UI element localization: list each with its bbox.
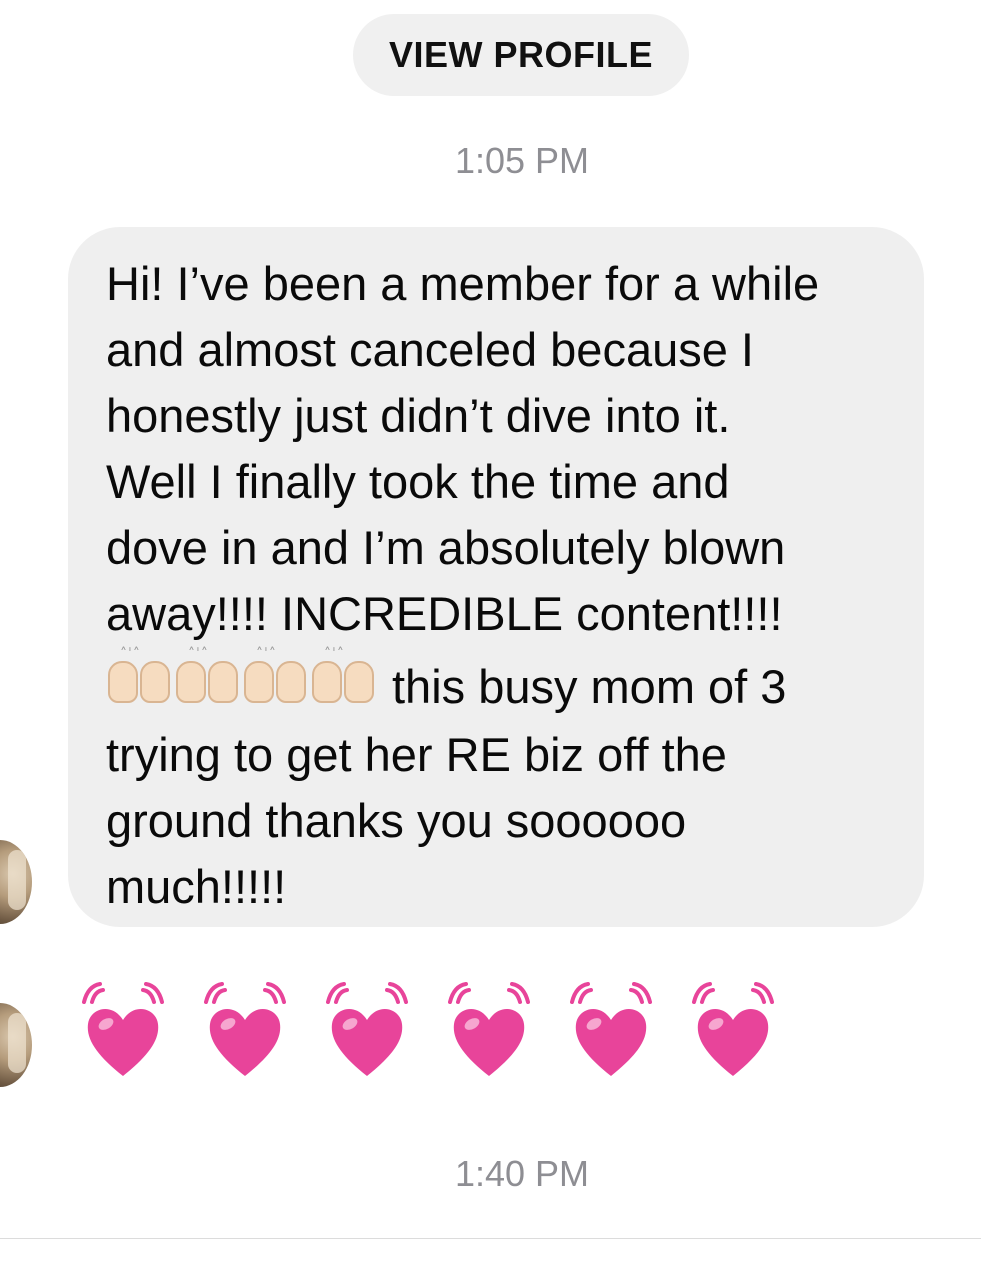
message-line: trying to get her RE biz off the [106, 728, 727, 781]
raising-hands-icon: ˄ˈ˄ [242, 647, 310, 705]
heart-emoji-message[interactable] [78, 980, 778, 1080]
message-line: away!!!! INCREDIBLE content!!!! [106, 587, 783, 640]
view-profile-button[interactable]: VIEW PROFILE [353, 14, 689, 96]
message-line: and almost canceled because I [106, 323, 754, 376]
beating-heart-icon [326, 982, 408, 1076]
beating-heart-icon [82, 982, 164, 1076]
beating-heart-icon [570, 982, 652, 1076]
raising-hands-icon: ˄ˈ˄ [174, 647, 242, 705]
raising-hands-emoji-group: ˄ˈ˄ ˄ˈ˄ ˄ˈ˄ ˄ˈ˄ [106, 647, 378, 722]
timestamp: 1:40 PM [454, 1153, 590, 1194]
message-line: Hi! I’ve been a member for a while [106, 257, 820, 310]
sender-avatar[interactable] [0, 1003, 32, 1087]
message-line: honestly just didn’t dive into it. [106, 389, 731, 442]
message-line: Well I finally took the time and [106, 455, 730, 508]
raising-hands-icon: ˄ˈ˄ [106, 647, 174, 705]
message-line: ground thanks you soooooo [106, 794, 687, 847]
raising-hands-icon: ˄ˈ˄ [310, 647, 378, 705]
timestamp: 1:05 PM [454, 140, 590, 181]
beating-heart-icon [692, 982, 774, 1076]
message-line-text: this busy mom of 3 [392, 660, 787, 713]
beating-heart-icon [204, 982, 286, 1076]
beating-heart-icon [448, 982, 530, 1076]
message-line-with-emoji: ˄ˈ˄ ˄ˈ˄ ˄ˈ˄ ˄ˈ˄ this busy mom of 3 [106, 647, 896, 722]
message-bubble[interactable]: Hi! I’ve been a member for a while and a… [68, 227, 924, 927]
message-line: dove in and I’m absolutely blown [106, 521, 786, 574]
sender-avatar[interactable] [0, 840, 32, 924]
message-line: much!!!!! [106, 860, 287, 913]
divider [0, 1238, 981, 1239]
